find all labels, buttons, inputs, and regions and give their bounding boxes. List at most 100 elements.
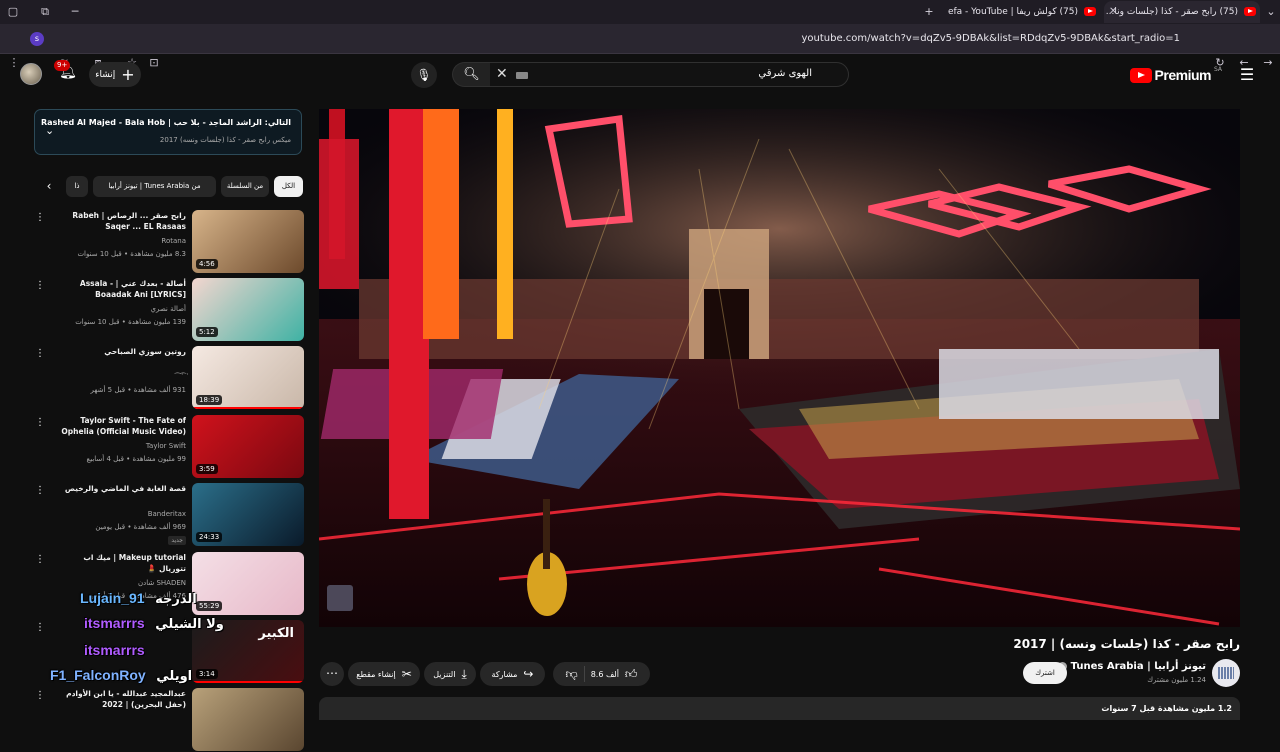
list-item[interactable]: 4:56 رابح صقر ... الرصاص | Rabeh Saqer .… <box>34 210 304 274</box>
kebab-menu-icon[interactable]: ⋮ <box>34 417 46 428</box>
chat-message: itsmarrrs ولا الشيلي <box>84 615 224 632</box>
channel-name[interactable]: تيونز أرابيا | Tunes Arabia <box>1057 661 1206 672</box>
thumbnail[interactable]: 24:33 <box>192 483 304 546</box>
view-meta: 931 ألف مشاهدة • قبل 5 أشهر <box>90 386 186 394</box>
browser-tab-strip: ▢ ⧉ ─ ✕ (75) رابح صقر - كذا (جلسات ونا..… <box>0 0 1280 24</box>
video-title[interactable]: قصة الغابة في الماضي والرخيص <box>54 483 186 494</box>
kebab-menu-icon[interactable]: ⋮ <box>34 622 46 633</box>
duration-badge: 24:33 <box>196 532 223 542</box>
chip-partial[interactable]: ذا <box>66 176 88 197</box>
search-button[interactable]: 🔍︎ <box>452 62 490 87</box>
description-meta: 1.2 مليون مشاهدة قبل 7 سنوات <box>1101 704 1232 713</box>
menu-dots-icon[interactable]: ⋮ <box>6 55 22 71</box>
browser-toolbar: ⋮ s ≋ ⧈ ☆ ⊡ youtube.com/watch?v=dqZv5-9D… <box>0 24 1280 69</box>
thumbnail[interactable]: 5:12 <box>192 278 304 341</box>
video-title[interactable]: Makeup tutorial | ميك اب تتوريال 💄 <box>54 552 186 574</box>
create-button[interactable]: إنشاء + <box>89 62 141 87</box>
tab-inactive[interactable]: (75) كولش ريفا | Refa - YouTube <box>948 1 1100 23</box>
voice-search-button[interactable]: 🎙︎ <box>411 62 437 88</box>
youtube-logo[interactable]: Premium SA <box>1129 65 1222 85</box>
dislike-icon[interactable]: 👎︎ <box>566 667 578 682</box>
list-item[interactable]: 3:59 Taylor Swift - The Fate of Ophelia … <box>34 415 304 479</box>
view-meta: 139 مليون مشاهدة • قبل 10 سنوات <box>75 318 186 326</box>
video-frame <box>319 109 1240 627</box>
like-icon[interactable]: 👍︎ <box>625 667 638 682</box>
kebab-menu-icon[interactable]: ⋮ <box>34 212 46 223</box>
mic-icon: 🎙︎ <box>416 68 432 82</box>
playlist-next-card[interactable]: التالي: الراشد الماجد - بلا حب | Rashed … <box>34 109 302 155</box>
chat-text: الدرجه <box>155 592 197 607</box>
clip-button[interactable]: إنشاء مقطع ✂ <box>348 662 420 686</box>
share-button[interactable]: مشاركة ↪ <box>480 662 545 686</box>
tab-active[interactable]: ✕ (75) رابح صقر - كذا (جلسات ونا... <box>1104 1 1260 23</box>
kebab-menu-icon[interactable]: ⋮ <box>34 348 46 359</box>
notification-badge: 9+ <box>54 60 71 71</box>
kebab-menu-icon[interactable]: ⋮ <box>34 280 46 291</box>
chat-message: Lujain_91 الدرجه <box>80 590 197 607</box>
guide-menu-icon[interactable]: ☰ <box>1238 66 1256 84</box>
thumbnail[interactable]: 3:59 <box>192 415 304 478</box>
channel-avatar[interactable] <box>1212 659 1240 687</box>
clear-search-icon[interactable]: ✕ <box>496 66 508 82</box>
scissors-icon: ✂ <box>401 667 412 681</box>
audio-visualizer-icon <box>327 585 353 611</box>
view-meta: 99 مليون مشاهدة • قبل 4 أسابيع <box>86 455 186 463</box>
video-title[interactable]: روتين سوزي الصباحي <box>54 346 186 357</box>
next-video-label: التالي: الراشد الماجد - بلا حب | Rashed … <box>41 118 291 127</box>
profile-avatar[interactable]: s <box>30 32 44 46</box>
kebab-menu-icon[interactable]: ⋮ <box>34 485 46 496</box>
thumbnail[interactable]: 55:29 <box>192 552 304 615</box>
channel-name[interactable]: SHADEN شادن <box>138 579 186 587</box>
keyboard-icon[interactable] <box>516 72 528 79</box>
chip-from-channel[interactable]: من Tunes Arabia | تيونز أرابيا <box>93 176 216 197</box>
subscriber-count: 1.24 مليون مشترك <box>1147 676 1206 684</box>
duration-badge: 55:29 <box>196 601 223 611</box>
notifications-button[interactable]: 🔔︎ 9+ <box>54 60 78 84</box>
chat-text: اويلي <box>156 669 193 684</box>
channel-name[interactable]: Taylor Swift <box>146 442 186 450</box>
window-app-icon[interactable]: ▢ <box>4 3 22 21</box>
chip-from-series[interactable]: من السلسلة <box>221 176 269 197</box>
youtube-play-icon <box>1129 67 1152 83</box>
video-title[interactable]: عبدالمجيد عبدالله - يا ابن الأوادم (حفل … <box>54 688 186 710</box>
more-actions-button[interactable]: ⋯ <box>320 662 344 686</box>
channel-name[interactable]: ٰ⁀ٰ⁀ <box>175 373 186 381</box>
back-icon[interactable]: → <box>1260 55 1276 71</box>
kebab-menu-icon[interactable]: ⋮ <box>34 690 46 701</box>
chevron-left-icon[interactable]: ‹ <box>40 177 58 195</box>
chat-message: itsmarrrs <box>84 642 145 659</box>
duration-badge: 18:39 <box>196 395 223 405</box>
video-title[interactable]: أصالة - بعدك عني | Assala - Boaadak Ani … <box>54 278 186 300</box>
video-title[interactable]: رابح صقر ... الرصاص | Rabeh Saqer ... EL… <box>54 210 186 232</box>
list-item[interactable]: 18:39 روتين سوزي الصباحي ٰ⁀ٰ⁀ 931 ألف مش… <box>34 346 304 410</box>
channel-name[interactable]: أصالة نصري <box>151 305 187 313</box>
list-item[interactable]: عبدالمجيد عبدالله - يا ابن الأوادم (حفل … <box>34 688 304 752</box>
video-player[interactable] <box>319 109 1240 627</box>
close-icon[interactable]: ✕ <box>1109 1 1117 23</box>
kebab-menu-icon[interactable]: ⋮ <box>34 554 46 565</box>
chip-all[interactable]: الكل <box>274 176 303 197</box>
chat-message: F1_FalconRoy اويلي <box>50 667 192 684</box>
download-button[interactable]: التنزيل ⤓ <box>424 662 476 686</box>
tab-search-icon[interactable]: ⌄ <box>1262 3 1280 21</box>
restore-icon[interactable]: ⧉ <box>36 3 54 21</box>
channel-name[interactable]: Banderitax <box>148 510 186 518</box>
thumbnail[interactable]: 4:56 <box>192 210 304 273</box>
channel-name[interactable]: Rotana <box>161 237 186 245</box>
new-tab-button[interactable]: + <box>920 3 938 21</box>
account-avatar[interactable] <box>20 63 42 85</box>
youtube-favicon-icon <box>1084 7 1096 16</box>
video-title[interactable]: Taylor Swift - The Fate of Ophelia (Offi… <box>54 415 186 437</box>
chat-text: ولا الشيلي <box>155 617 224 632</box>
install-icon[interactable]: ⊡ <box>146 55 162 71</box>
description-box[interactable]: 1.2 مليون مشاهدة قبل 7 سنوات <box>319 697 1240 720</box>
like-dislike-bar[interactable]: 👎︎ 8.6 ألف 👍︎ <box>553 662 650 686</box>
thumbnail[interactable]: 18:39 <box>192 346 304 409</box>
chevron-down-icon[interactable]: ⌄ <box>45 124 54 137</box>
minimize-icon[interactable]: ─ <box>66 3 84 21</box>
list-item[interactable]: 5:12 أصالة - بعدك عني | Assala - Boaadak… <box>34 278 304 342</box>
search-input[interactable]: الهوى شرقي ✕ <box>489 62 849 87</box>
subscribe-button[interactable]: اشترك <box>1023 662 1067 684</box>
list-item[interactable]: 24:33 قصة الغابة في الماضي والرخيص Bande… <box>34 483 304 547</box>
address-bar-url[interactable]: youtube.com/watch?v=dqZv5-9DBAk&list=RDd… <box>801 33 1180 44</box>
